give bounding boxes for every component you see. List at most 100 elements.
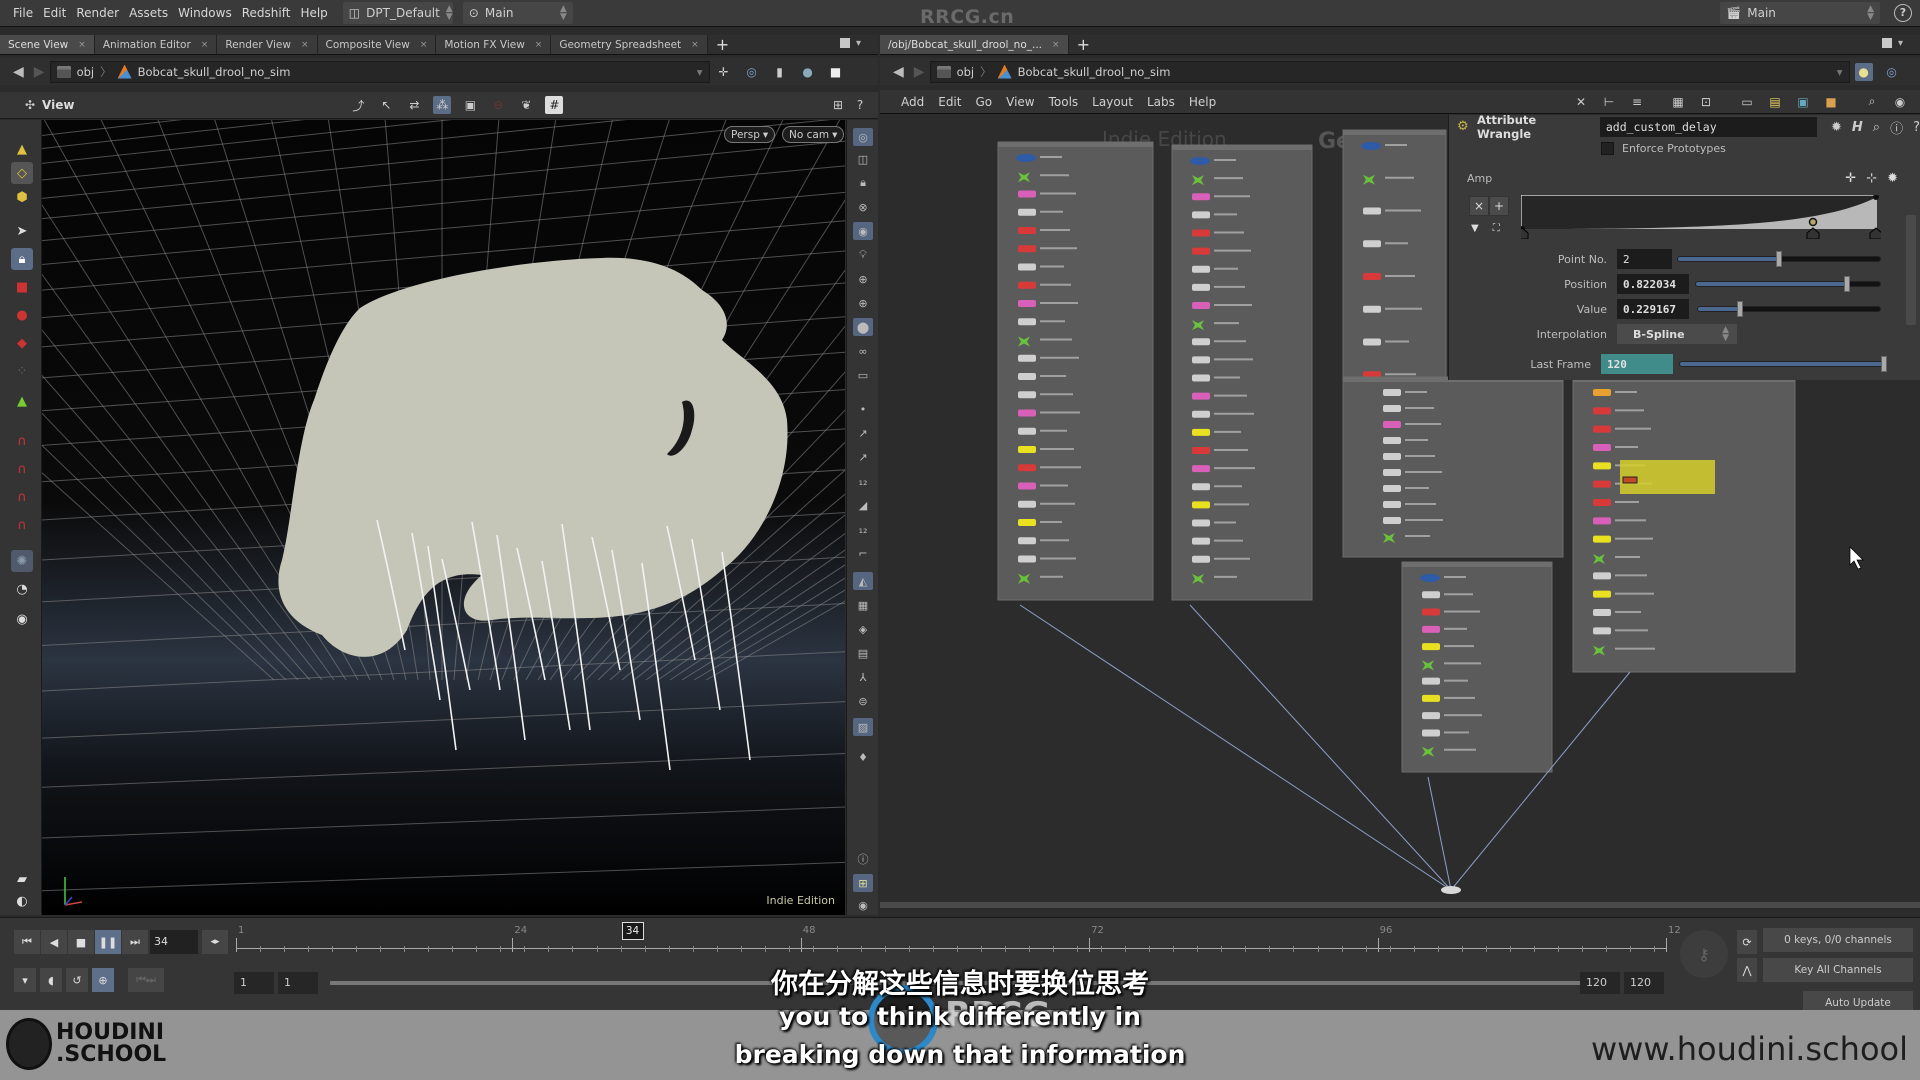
snap-icon[interactable]: ⊖ [489,96,507,114]
snap-curve-icon[interactable]: ∩ [11,458,33,480]
view-tool-icon[interactable]: ✺ [11,550,33,572]
current-frame-marker[interactable]: 34 [621,922,644,940]
net-menu-help[interactable]: Help [1182,95,1223,109]
breadcrumb-obj[interactable]: obj [77,65,95,79]
wrench-icon[interactable]: ✕ [1572,93,1590,111]
remove-point-button[interactable]: × [1469,196,1489,216]
guide-icon[interactable]: ⊜ [853,692,873,710]
close-icon[interactable]: × [201,40,209,50]
net-menu-tools[interactable]: Tools [1042,95,1086,109]
scene-viewport[interactable]: Persp ▾ No cam ▾ Indie Edition [42,120,845,915]
step-frame-button[interactable]: ◂▸ [202,930,228,954]
chevron-down-icon[interactable]: ▾ [856,38,861,49]
info-icon[interactable]: ⓘ [853,850,873,868]
eye-icon[interactable]: ◉ [1891,93,1909,111]
select-icon[interactable]: ⤴ [349,96,367,114]
select-visible-icon[interactable]: ▣ [461,96,479,114]
background-icon[interactable]: ◭ [853,572,873,590]
slider-thumb[interactable] [1776,251,1782,267]
tab-motion-fx-view[interactable]: Motion FX View × [436,35,552,54]
timeline-ruler[interactable]: 34 1 24 48 72 96 12 [236,922,1681,958]
color-palette-icon[interactable]: ▦ [1669,93,1687,111]
scoped-channels-icon[interactable]: ⟳ [1737,930,1757,954]
enforce-prototypes-toggle[interactable]: Enforce Prototypes [1601,142,1726,155]
info-icon[interactable]: ⓘ [1890,118,1903,137]
forward-arrow-icon[interactable]: ▶ [909,64,930,80]
close-icon[interactable]: × [420,40,428,50]
node-name-field[interactable] [1599,117,1817,137]
persp-menu[interactable]: Persp ▾ [724,126,776,143]
pin-icon[interactable]: ✛ [715,63,733,81]
net-menu-layout[interactable]: Layout [1085,95,1140,109]
interpolation-select[interactable]: B-Spline ▲ ▼ [1617,324,1737,344]
prim-number-icon[interactable]: ₁₂ [853,520,873,538]
help-icon[interactable]: ? [851,96,869,114]
smooth-shading-icon[interactable]: ⬤ [853,318,873,336]
shading-icon[interactable]: ◉ [853,222,873,240]
display-options-icon[interactable]: ◎ [853,128,873,146]
last-frame-slider[interactable] [1679,356,1887,372]
scale-icon[interactable]: ◆ [11,332,33,354]
position-field[interactable] [1617,274,1689,294]
close-icon[interactable]: × [535,40,543,50]
display-options-icon[interactable]: ■ [827,63,845,81]
snapshot-icon[interactable]: ▨ [853,718,873,736]
net-menu-labs[interactable]: Labs [1140,95,1182,109]
menu-windows[interactable]: Windows [173,6,237,20]
add-tab-button[interactable]: + [1069,35,1098,54]
checker-icon[interactable]: ▦ [853,596,873,614]
grid-icon[interactable]: # [545,96,564,114]
net-menu-go[interactable]: Go [968,95,999,109]
run-context-select[interactable]: 🎬︎ Main ▲ ▼ [1720,2,1880,24]
sticky-note-icon[interactable]: ▤ [1766,93,1784,111]
menu-file[interactable]: File [8,6,38,20]
ground-plane-icon[interactable]: ◈ [853,620,873,638]
pane-menu[interactable]: ▾ [840,38,861,49]
gear-icon[interactable]: ✹ [1831,120,1842,135]
network-box-icon[interactable]: ▭ [1738,93,1756,111]
render-icon[interactable]: ◉ [11,608,33,630]
move-icon[interactable]: ■ [11,276,33,298]
breadcrumb-node[interactable]: Bobcat_skull_drool_no_sim [1018,65,1171,79]
subnet-icon[interactable]: ■ [1822,93,1840,111]
primitives-icon[interactable]: ⬢ [11,186,33,208]
search-icon[interactable]: ⌕ [1863,93,1881,111]
eye-icon[interactable]: ◉ [853,896,873,914]
slider-thumb[interactable] [1844,276,1851,292]
maximize-icon[interactable] [1882,38,1892,48]
hip-icon[interactable]: H [1852,120,1863,135]
net-menu-add[interactable]: Add [894,95,931,109]
menu-help[interactable]: Help [295,6,332,20]
play-reverse-button[interactable]: ◀ [41,930,67,954]
jump-to-end-button[interactable]: ⏭ [122,930,148,954]
template-icon[interactable]: ▭ [853,366,873,384]
close-icon[interactable]: × [301,40,309,50]
net-menu-view[interactable]: View [999,95,1041,109]
menu-edit[interactable]: Edit [38,6,71,20]
flipbook-icon[interactable]: ▰ [11,868,33,890]
tab-scene-view[interactable]: Scene View × [0,35,95,54]
slider-thumb[interactable] [1881,356,1887,372]
crosshair-icon[interactable]: ✛ [1845,171,1856,186]
snap-point-icon[interactable]: ∩ [11,486,33,508]
points-icon[interactable]: ▲ [11,138,33,160]
hide-icon[interactable]: ⊗ [853,198,873,216]
pose-icon[interactable]: ▲ [11,390,33,412]
breadcrumb-node[interactable]: Bobcat_skull_drool_no_sim [138,65,291,79]
close-icon[interactable]: × [1052,40,1060,50]
close-icon[interactable]: × [78,40,86,50]
tab-composite-view[interactable]: Composite View × [317,35,437,54]
value-field[interactable] [1617,299,1689,319]
amp-ramp-editor[interactable] [1521,195,1881,239]
flip-icon[interactable]: ⊹ [1866,171,1877,186]
prim-normal-icon[interactable]: ◢ [853,496,873,514]
view-icon[interactable]: ✣ [21,96,39,114]
chevron-down-icon[interactable]: ▾ [1837,65,1843,79]
slider-thumb[interactable] [1736,301,1743,317]
select-arrow-icon[interactable]: ➤ [11,220,33,242]
lock-icon[interactable]: 🔒︎ [11,248,33,270]
parameter-scrollbar[interactable] [1906,215,1916,325]
edges-icon[interactable]: ◇ [11,162,33,184]
safe-area-icon[interactable]: ▤ [853,644,873,662]
breadcrumb[interactable]: obj 〉 Bobcat_skull_drool_no_sim ▾ [929,60,1850,83]
